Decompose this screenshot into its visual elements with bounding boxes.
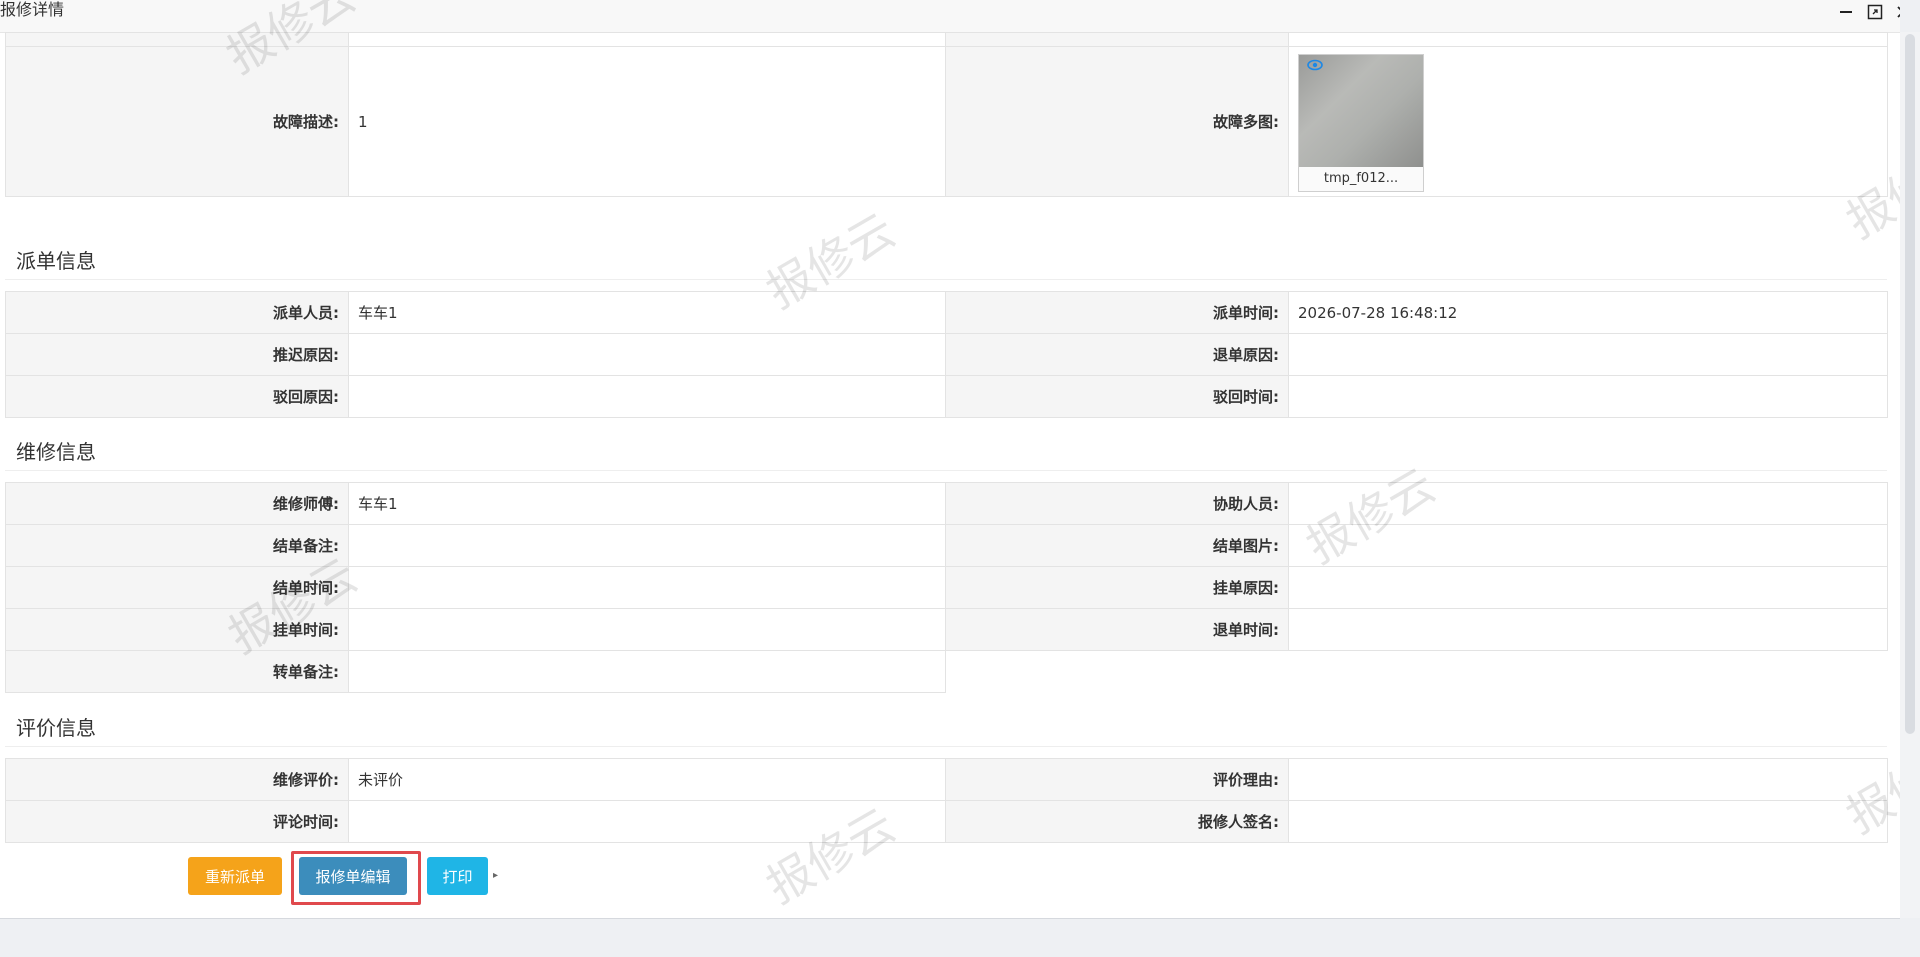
table-row: 维修评价: 未评价 评价理由: bbox=[5, 758, 1888, 801]
section-divider bbox=[5, 279, 1887, 280]
hold-time-value bbox=[348, 608, 946, 651]
edit-order-button[interactable]: 报修单编辑 bbox=[299, 857, 407, 895]
table-row: 驳回原因: 驳回时间: bbox=[5, 375, 1888, 418]
close-image-label: 结单图片: bbox=[945, 524, 1289, 567]
dispatch-person-value: 车车1 bbox=[348, 291, 946, 334]
fault-image-name: tmp_f012... bbox=[1323, 171, 1399, 186]
table-row: 挂单时间: 退单时间: bbox=[5, 608, 1888, 651]
delay-reason-value bbox=[348, 333, 946, 376]
transfer-note-value bbox=[348, 650, 946, 693]
fault-images-cell: tmp_f012... bbox=[1288, 46, 1888, 197]
rating-reason-value bbox=[1288, 758, 1888, 801]
delay-reason-label: 推迟原因: bbox=[5, 333, 349, 376]
repair-section-title: 维修信息 bbox=[16, 440, 96, 464]
fault-description-label: 故障描述: bbox=[5, 46, 349, 197]
close-icon[interactable] bbox=[1890, 0, 1900, 24]
technician-label: 维修师傅: bbox=[5, 482, 349, 525]
dispatch-time-label: 派单时间: bbox=[945, 291, 1289, 334]
maximize-icon[interactable] bbox=[1862, 0, 1888, 24]
fault-table: 故障描述: 1 故障多图: tmp_f012... bbox=[5, 46, 1888, 197]
technician-value: 车车1 bbox=[348, 482, 946, 525]
dispatch-table: 派单人员: 车车1 派单时间: 2026-07-28 16:48:12 推迟原因… bbox=[5, 291, 1888, 418]
comment-time-value bbox=[348, 800, 946, 843]
repair-detail-dialog: 报修详情 故障描述: 1 故障多图: tmp_f012... 派单信息 派单人员… bbox=[0, 0, 1900, 919]
reject-reason-value bbox=[348, 375, 946, 418]
minimize-icon[interactable] bbox=[1833, 0, 1859, 24]
eye-icon[interactable] bbox=[1307, 59, 1323, 75]
return-reason-label: 退单原因: bbox=[945, 333, 1289, 376]
section-divider bbox=[5, 746, 1887, 747]
table-row: 结单备注: 结单图片: bbox=[5, 524, 1888, 567]
comment-time-label: 评论时间: bbox=[5, 800, 349, 843]
signature-label: 报修人签名: bbox=[945, 800, 1289, 843]
fault-description-value: 1 bbox=[348, 46, 946, 197]
dispatch-time-value: 2026-07-28 16:48:12 bbox=[1288, 291, 1888, 334]
table-row: 推迟原因: 退单原因: bbox=[5, 333, 1888, 376]
rating-label: 维修评价: bbox=[5, 758, 349, 801]
table-row: 评论时间: 报修人签名: bbox=[5, 800, 1888, 843]
section-divider bbox=[5, 470, 1887, 471]
empty-cell bbox=[945, 650, 1888, 693]
return-time-value bbox=[1288, 608, 1888, 651]
dialog-title: 报修详情 bbox=[0, 0, 65, 19]
dialog-titlebar: 报修详情 bbox=[0, 0, 1900, 33]
close-time-label: 结单时间: bbox=[5, 566, 349, 609]
hold-reason-label: 挂单原因: bbox=[945, 566, 1289, 609]
table-row: 结单时间: 挂单原因: bbox=[5, 566, 1888, 609]
cursor-mark: ▸ bbox=[493, 870, 499, 881]
dispatch-person-label: 派单人员: bbox=[5, 291, 349, 334]
transfer-note-label: 转单备注: bbox=[5, 650, 349, 693]
fault-images-label: 故障多图: bbox=[945, 46, 1289, 197]
scrollbar-thumb[interactable] bbox=[1905, 34, 1915, 734]
dispatch-section-title: 派单信息 bbox=[16, 249, 96, 273]
table-row: 转单备注: bbox=[5, 650, 1888, 693]
close-image-value bbox=[1288, 524, 1888, 567]
reject-time-label: 驳回时间: bbox=[945, 375, 1289, 418]
previous-table-remnant bbox=[5, 32, 1888, 47]
return-reason-value bbox=[1288, 333, 1888, 376]
hold-time-label: 挂单时间: bbox=[5, 608, 349, 651]
rating-value: 未评价 bbox=[348, 758, 946, 801]
redispatch-button[interactable]: 重新派单 bbox=[188, 857, 282, 895]
print-button[interactable]: 打印 bbox=[427, 857, 488, 895]
table-row: 派单人员: 车车1 派单时间: 2026-07-28 16:48:12 bbox=[5, 291, 1888, 334]
return-time-label: 退单时间: bbox=[945, 608, 1289, 651]
table-row: 维修师傅: 车车1 协助人员: bbox=[5, 482, 1888, 525]
evaluation-table: 维修评价: 未评价 评价理由: 评论时间: 报修人签名: bbox=[5, 758, 1888, 843]
close-note-label: 结单备注: bbox=[5, 524, 349, 567]
hold-reason-value bbox=[1288, 566, 1888, 609]
evaluation-section-title: 评价信息 bbox=[16, 716, 96, 740]
signature-value bbox=[1288, 800, 1888, 843]
reject-time-value bbox=[1288, 375, 1888, 418]
close-time-value bbox=[348, 566, 946, 609]
assistant-value bbox=[1288, 482, 1888, 525]
repair-table: 维修师傅: 车车1 协助人员: 结单备注: 结单图片: 结单时间: 挂单原因: … bbox=[5, 482, 1888, 693]
assistant-label: 协助人员: bbox=[945, 482, 1289, 525]
rating-reason-label: 评价理由: bbox=[945, 758, 1289, 801]
reject-reason-label: 驳回原因: bbox=[5, 375, 349, 418]
close-note-value bbox=[348, 524, 946, 567]
fault-image-thumbnail[interactable]: tmp_f012... bbox=[1298, 54, 1424, 192]
